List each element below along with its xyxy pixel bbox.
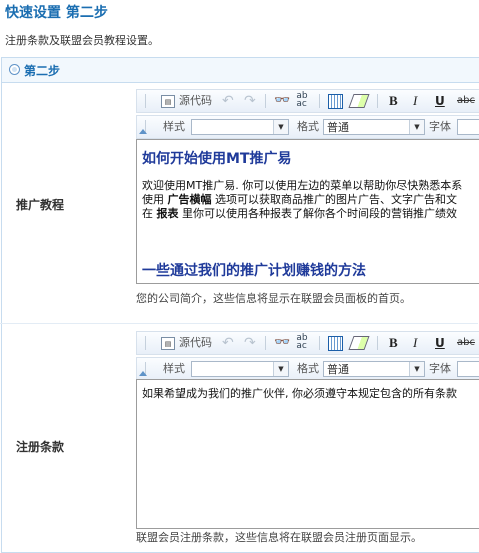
find-icon[interactable]: 👓 (274, 335, 290, 350)
underline-icon[interactable]: U (435, 332, 445, 354)
format-select-value: 普通 (327, 121, 349, 134)
toolbar-grip (145, 336, 146, 350)
collapse-toolbar-icon[interactable] (139, 371, 147, 376)
font-select[interactable] (457, 361, 479, 377)
format-select[interactable]: 普通 ▼ (323, 361, 425, 377)
bold-button[interactable]: B (389, 90, 398, 112)
format-select[interactable]: 普通 ▼ (323, 119, 425, 135)
source-code-button[interactable]: 源代码 (179, 90, 212, 112)
terms-line-1: 如果希望成为我们的推广伙伴, 你必须遵守本规定包含的所有条款 (142, 387, 457, 400)
chevron-down-icon: ▼ (273, 362, 288, 376)
text-span: 使用 (142, 193, 168, 206)
replace-icon[interactable]: ab ac (294, 334, 310, 351)
collapse-toolbar-icon[interactable] (139, 129, 147, 134)
toolbar-divider (377, 336, 378, 350)
tutorial-line-2: 使用 广告横幅 选项可以获取商品推广的图片广告、文字广告和文 (142, 193, 457, 207)
page-title: 快速设置 第二步 (5, 5, 108, 21)
style-select[interactable]: ▼ (191, 119, 289, 135)
tutorial-line-3: 在 报表 里你可以使用各种报表了解你各个时间段的营销推广绩效 (142, 207, 457, 221)
font-label: 字体 (429, 120, 451, 133)
strikethrough-button[interactable]: abc (457, 90, 475, 112)
chevron-down-icon: ▼ (273, 120, 288, 134)
underline-icon[interactable]: U (435, 90, 445, 112)
text-span: 在 (142, 207, 157, 220)
toolbar-divider (377, 94, 378, 108)
table-icon[interactable] (328, 94, 343, 109)
undo-icon[interactable]: ↶ (222, 93, 234, 109)
toolbar-divider (319, 336, 320, 350)
terms-label: 注册条款 (16, 440, 65, 454)
replace-icon[interactable]: ab ac (294, 92, 310, 109)
editor-toolbar: ▤ 源代码 ↶ ↷ 👓 ab ac B I U abc (136, 331, 479, 355)
chevron-down-icon: ▼ (409, 362, 424, 376)
tutorial-note: 您的公司简介，这些信息将显示在联盟会员面板的首页。 (136, 292, 411, 305)
editor-format-bar: 样式 ▼ 格式 普通 ▼ 字体 (136, 115, 479, 139)
chevron-down-icon: ▼ (409, 120, 424, 134)
toolbar-grip (145, 94, 146, 108)
find-icon[interactable]: 👓 (274, 93, 290, 108)
format-label: 格式 (297, 362, 319, 375)
bold-button[interactable]: B (389, 332, 398, 354)
tutorial-content-area[interactable]: 如何开始使用MT推广易 欢迎使用MT推广易. 你可以使用左边的菜单以帮助你尽快熟… (136, 139, 479, 284)
tutorial-label: 推广教程 (16, 198, 65, 212)
redo-icon[interactable]: ↷ (244, 335, 256, 351)
text-bold-span: 报表 (156, 207, 179, 220)
toolbar-divider (265, 94, 266, 108)
strikethrough-button[interactable]: abc (457, 332, 475, 354)
terms-note: 联盟会员注册条款，这些信息将在联盟会员注册页面显示。 (136, 531, 422, 544)
text-bold-span: 广告横幅 (167, 193, 212, 206)
source-code-icon: ▤ (161, 95, 175, 108)
italic-button[interactable]: I (413, 332, 417, 354)
panel-title: 第二步 (24, 64, 61, 78)
editor-toolbar: ▤ 源代码 ↶ ↷ 👓 ab ac B I U abc (136, 89, 479, 113)
toolbar-divider (319, 94, 320, 108)
toolbar-divider (265, 336, 266, 350)
source-code-button[interactable]: 源代码 (179, 332, 212, 354)
eraser-icon[interactable] (348, 94, 370, 108)
tutorial-heading: 如何开始使用MT推广易 (142, 151, 292, 167)
eraser-icon[interactable] (348, 336, 370, 350)
editor-format-bar: 样式 ▼ 格式 普通 ▼ 字体 (136, 357, 479, 381)
format-label: 格式 (297, 120, 319, 133)
page-description: 注册条款及联盟会员教程设置。 (5, 34, 159, 47)
source-code-icon: ▤ (161, 337, 175, 350)
text-span: 里你可以使用各种报表了解你各个时间段的营销推广绩效 (178, 207, 457, 220)
panel-header: 第二步 (2, 58, 479, 83)
style-label: 样式 (163, 362, 185, 375)
terms-content-area[interactable]: 如果希望成为我们的推广伙伴, 你必须遵守本规定包含的所有条款 (136, 379, 479, 529)
table-icon[interactable] (328, 336, 343, 351)
undo-icon[interactable]: ↶ (222, 335, 234, 351)
tutorial-heading-2: 一些通过我们的推广计划赚钱的方法 (142, 263, 366, 279)
style-select[interactable]: ▼ (191, 361, 289, 377)
row-divider (0, 323, 478, 324)
style-label: 样式 (163, 120, 185, 133)
font-select[interactable] (457, 119, 479, 135)
redo-icon[interactable]: ↷ (244, 93, 256, 109)
text-span: 选项可以获取商品推广的图片广告、文字广告和文 (211, 193, 457, 206)
italic-button[interactable]: I (413, 90, 417, 112)
radio-icon (9, 64, 20, 75)
tutorial-line-1: 欢迎使用MT推广易. 你可以使用左边的菜单以帮助你尽快熟悉本系 (142, 179, 463, 192)
format-select-value: 普通 (327, 363, 349, 376)
font-label: 字体 (429, 362, 451, 375)
